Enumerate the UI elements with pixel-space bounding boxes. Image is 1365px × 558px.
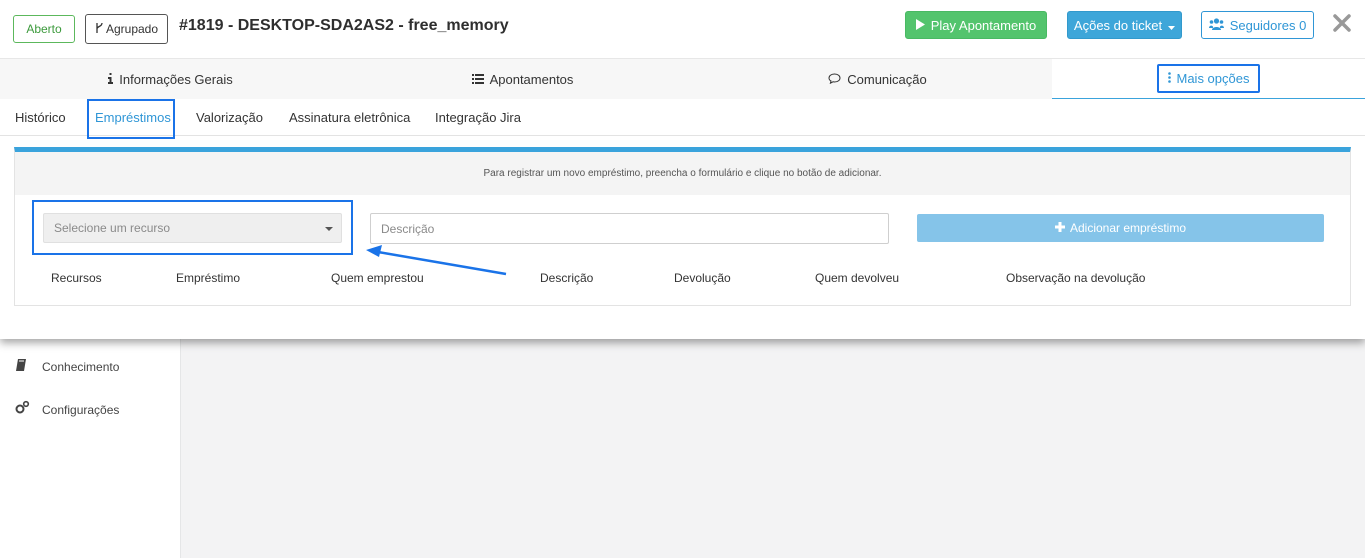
- sidebar-item-label: Conhecimento: [42, 359, 120, 374]
- grouped-badge: Agrupado: [85, 14, 168, 44]
- tab-more-options[interactable]: Mais opções: [1052, 59, 1365, 100]
- more-options-highlight: Mais opções: [1156, 64, 1261, 93]
- tab-label: Comunicação: [847, 71, 927, 87]
- comment-icon: [828, 72, 841, 87]
- plus-icon: [1054, 221, 1065, 235]
- sidebar-item-knowledge[interactable]: Conhecimento: [14, 357, 119, 376]
- followers-label: Seguidores 0: [1229, 17, 1307, 33]
- close-icon[interactable]: [1331, 12, 1353, 34]
- page-title: #1819 - DESKTOP-SDA2AS2 - free_memory: [179, 17, 509, 34]
- subtab-jira-integration[interactable]: Integração Jira: [435, 99, 521, 135]
- column-header-return-note: Observação na devolução: [1006, 271, 1146, 285]
- tab-label: Apontamentos: [489, 71, 574, 87]
- list-icon: [471, 72, 484, 87]
- tab-general-info[interactable]: Informações Gerais: [0, 59, 341, 99]
- sub-tabs: Histórico Empréstimos Valorização Assina…: [0, 99, 1365, 139]
- loans-info-text: Para registrar um novo empréstimo, preen…: [15, 152, 1350, 195]
- tab-label: Mais opções: [1176, 71, 1250, 86]
- subtab-electronic-signature[interactable]: Assinatura eletrônica: [289, 99, 410, 135]
- branch-icon: [95, 22, 104, 37]
- status-badge: Aberto: [13, 15, 75, 43]
- caret-down-icon: [325, 227, 333, 231]
- play-label: Play Apontamento: [930, 17, 1037, 33]
- sidebar-item-label: Configurações: [42, 402, 120, 417]
- book-icon: [14, 357, 30, 376]
- resource-select-placeholder: Selecione um recurso: [54, 221, 171, 235]
- loans-tab-highlight: [87, 99, 175, 139]
- play-button[interactable]: Play Apontamento: [905, 11, 1047, 39]
- column-header-resources: Recursos: [51, 271, 102, 285]
- vertical-ellipsis-icon: [1167, 71, 1171, 86]
- column-header-return: Devolução: [674, 271, 731, 285]
- sidebar-item-settings[interactable]: Configurações: [14, 400, 119, 419]
- users-icon: [1208, 17, 1224, 33]
- column-header-description: Descrição: [540, 271, 594, 285]
- description-input[interactable]: [370, 213, 889, 244]
- subtab-valuation[interactable]: Valorização: [196, 99, 263, 135]
- grouped-label: Agrupado: [105, 22, 159, 36]
- loans-panel: Para registrar um novo empréstimo, preen…: [14, 147, 1351, 306]
- add-loan-label: Adicionar empréstimo: [1069, 221, 1187, 235]
- ticket-actions-button[interactable]: Ações do ticket: [1067, 11, 1182, 39]
- column-header-lent-by: Quem emprestou: [331, 271, 424, 285]
- column-header-loan: Empréstimo: [176, 271, 241, 285]
- play-icon: [915, 18, 925, 33]
- actions-label: Ações do ticket: [1073, 17, 1163, 33]
- tab-label: Informações Gerais: [119, 71, 233, 87]
- caret-down-icon: [1168, 18, 1176, 33]
- resource-select[interactable]: Selecione um recurso: [43, 213, 342, 243]
- info-icon: [108, 72, 114, 87]
- modal-header: Aberto Agrupado #1819 - DESKTOP-SDA2AS2 …: [0, 0, 1365, 58]
- subtab-history[interactable]: Histórico: [15, 99, 66, 135]
- add-loan-button[interactable]: Adicionar empréstimo: [917, 214, 1324, 242]
- tab-communication[interactable]: Comunicação: [707, 59, 1048, 99]
- column-header-returned-by: Quem devolveu: [815, 271, 900, 285]
- gears-icon: [14, 400, 30, 419]
- tab-appointments[interactable]: Apontamentos: [352, 59, 693, 99]
- ticket-modal: Aberto Agrupado #1819 - DESKTOP-SDA2AS2 …: [0, 0, 1365, 339]
- main-tabs: Informações Gerais Apontamentos Comunica…: [0, 58, 1365, 100]
- followers-button[interactable]: Seguidores 0: [1201, 11, 1314, 39]
